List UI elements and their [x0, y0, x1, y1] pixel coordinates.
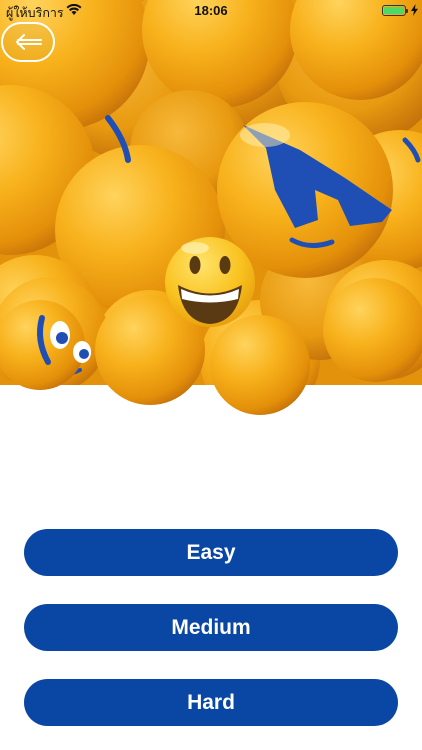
easy-button[interactable]: Easy	[24, 529, 398, 576]
status-bar: ผู้ให้บริการ 18:06	[0, 0, 422, 22]
status-time: 18:06	[194, 3, 228, 18]
battery-tip	[406, 9, 408, 13]
charging-bolt-icon	[411, 4, 418, 19]
hard-button[interactable]: Hard	[24, 679, 398, 726]
battery-icon	[382, 5, 408, 16]
battery-level	[384, 7, 404, 14]
grinning-face-emoji	[165, 237, 255, 327]
balloons-illustration	[0, 0, 422, 420]
arrow-left-icon	[16, 34, 42, 50]
medium-button[interactable]: Medium	[24, 604, 398, 651]
back-button[interactable]	[1, 22, 55, 62]
app-screen: ผู้ให้บริการ 18:06 Easy Medium Hard	[0, 0, 422, 750]
hero-balloons-image	[0, 0, 422, 420]
